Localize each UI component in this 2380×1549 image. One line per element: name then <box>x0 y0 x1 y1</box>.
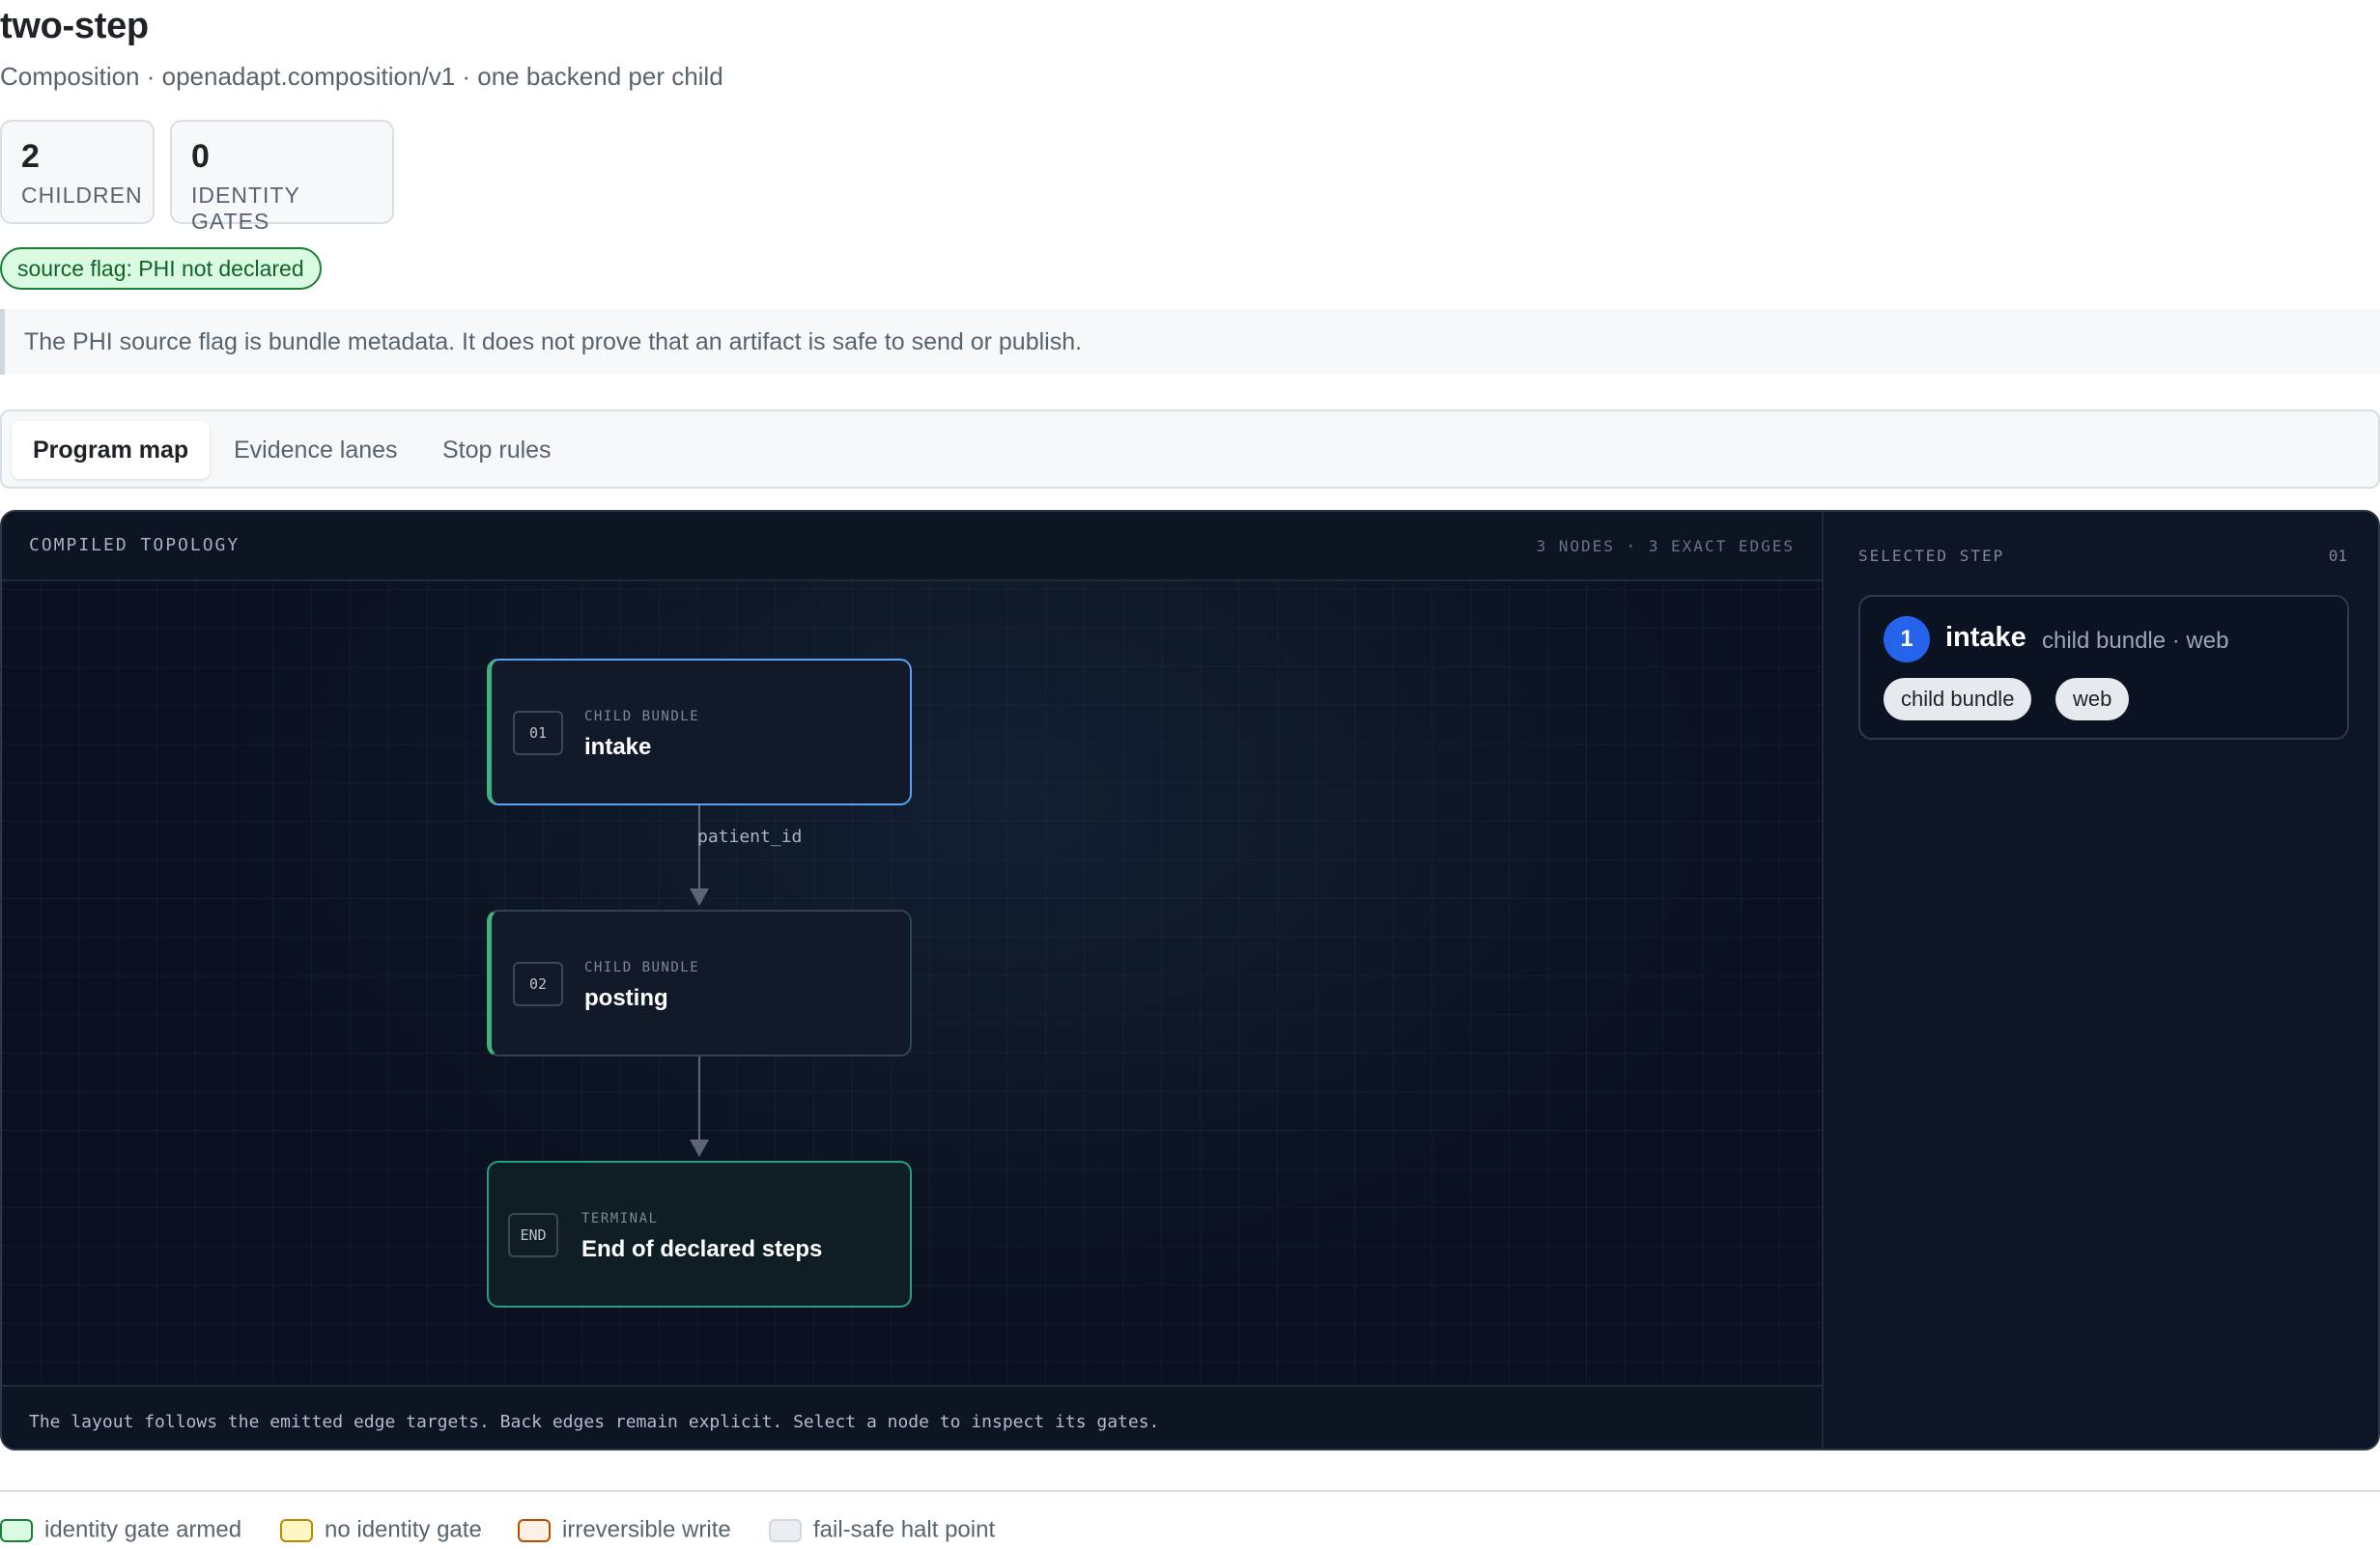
step-subtitle: child bundle · web <box>2042 628 2229 654</box>
node-name: End of declared steps <box>581 1236 823 1262</box>
divider <box>0 1490 2380 1492</box>
legend-swatch <box>769 1518 802 1542</box>
node-terminal[interactable]: END TERMINAL End of declared steps <box>487 1161 912 1308</box>
edge-label: patient_id <box>697 827 803 847</box>
node-number: 01 <box>513 711 563 755</box>
canvas-header: COMPILED TOPOLOGY 3 NODES · 3 EXACT EDGE… <box>2 512 1822 581</box>
legend-swatch <box>280 1518 313 1542</box>
canvas-meta: 3 NODES · 3 EXACT EDGES <box>1536 537 1795 555</box>
tab-stop-rules[interactable]: Stop rules <box>421 421 573 479</box>
node-name: posting <box>584 985 668 1011</box>
node-kind: TERMINAL <box>581 1211 659 1226</box>
page-title: two-step <box>0 6 149 46</box>
edge-arrow-icon <box>690 888 709 906</box>
legend-item-irreversible-write: irreversible write <box>518 1516 731 1545</box>
node-number: 02 <box>513 962 563 1006</box>
node-kind: CHILD BUNDLE <box>584 709 700 724</box>
legend-item-fail-safe-halt-point: fail-safe halt point <box>769 1516 995 1545</box>
stat-children: 2 CHILDREN <box>0 120 155 224</box>
step-name: intake <box>1945 622 2026 653</box>
node-posting[interactable]: 02 CHILD BUNDLE posting <box>487 910 912 1056</box>
node-intake[interactable]: 01 CHILD BUNDLE intake <box>487 659 912 805</box>
edge-arrow-icon <box>690 1140 709 1157</box>
canvas-footer: The layout follows the emitted edge targ… <box>2 1385 1822 1449</box>
panel-title: SELECTED STEP <box>1858 547 2005 565</box>
node-name: intake <box>584 734 652 760</box>
view-tabs: Program map Evidence lanes Stop rules <box>0 409 2380 489</box>
step-index-badge: 1 <box>1884 616 1930 662</box>
step-card: 1 intake child bundle · web child bundle… <box>1858 595 2349 740</box>
canvas-footer-text: The layout follows the emitted edge targ… <box>29 1412 1160 1432</box>
legend-label: fail-safe halt point <box>813 1516 996 1543</box>
stat-label: CHILDREN <box>21 182 143 208</box>
tab-program-map[interactable]: Program map <box>12 421 211 479</box>
legend-swatch <box>0 1518 33 1542</box>
legend-item-identity-gate-armed: identity gate armed <box>0 1516 241 1545</box>
stat-identity-gates: 0 IDENTITY GATES <box>170 120 394 234</box>
legend-item-no-identity-gate: no identity gate <box>280 1516 482 1545</box>
stat-label: IDENTITY GATES <box>191 182 300 234</box>
page-subtitle: Composition · openadapt.composition/v1 ·… <box>0 62 723 91</box>
topology-panel: COMPILED TOPOLOGY 3 NODES · 3 EXACT EDGE… <box>0 510 2380 1450</box>
topology-canvas[interactable]: COMPILED TOPOLOGY 3 NODES · 3 EXACT EDGE… <box>2 512 1822 1449</box>
legend-swatch <box>518 1518 551 1542</box>
selected-step-panel: SELECTED STEP 01 1 intake child bundle ·… <box>1822 512 2378 1449</box>
legend-label: identity gate armed <box>44 1516 242 1543</box>
stat-value: 0 <box>191 138 210 175</box>
step-pill-backend: web <box>2055 678 2130 720</box>
legend-label: irreversible write <box>562 1516 731 1543</box>
panel-count: 01 <box>2328 547 2347 565</box>
source-flag-badge: source flag: PHI not declared <box>0 247 322 290</box>
step-pill-kind: child bundle <box>1884 678 2032 720</box>
phi-note: The PHI source flag is bundle metadata. … <box>0 309 2380 375</box>
topology-edges <box>690 805 709 1157</box>
tab-evidence-lanes[interactable]: Evidence lanes <box>212 421 419 479</box>
node-number: END <box>508 1213 558 1257</box>
legend-label: no identity gate <box>325 1516 482 1543</box>
canvas-title: COMPILED TOPOLOGY <box>29 535 241 555</box>
stat-value: 2 <box>21 138 40 175</box>
node-kind: CHILD BUNDLE <box>584 960 700 975</box>
